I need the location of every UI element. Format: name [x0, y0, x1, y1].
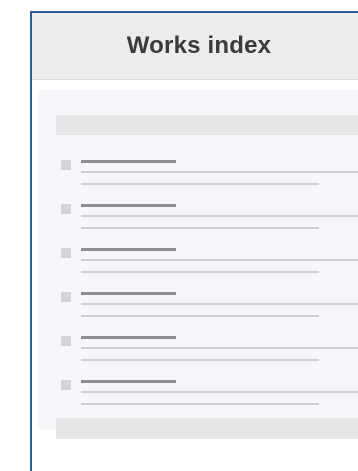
item-title-placeholder	[81, 380, 176, 383]
item-title-placeholder	[81, 204, 176, 207]
item-meta-placeholder	[81, 315, 319, 317]
item-checkbox[interactable]	[61, 292, 71, 302]
item-title-placeholder	[81, 248, 176, 251]
item-checkbox[interactable]	[61, 204, 71, 214]
list-item[interactable]	[32, 160, 358, 190]
header-bar: Works index	[32, 13, 358, 80]
item-description-placeholder	[81, 303, 358, 305]
list-header-bar	[56, 115, 358, 135]
list-item[interactable]	[32, 204, 358, 234]
list-item[interactable]	[32, 248, 358, 278]
works-index-window: Works index	[30, 11, 358, 471]
item-description-placeholder	[81, 259, 358, 261]
item-description-placeholder	[81, 171, 358, 173]
item-meta-placeholder	[81, 183, 319, 185]
item-checkbox[interactable]	[61, 160, 71, 170]
item-description-placeholder	[81, 391, 358, 393]
item-checkbox[interactable]	[61, 248, 71, 258]
content-area	[32, 80, 358, 471]
item-title-placeholder	[81, 160, 176, 163]
item-meta-placeholder	[81, 359, 319, 361]
item-checkbox[interactable]	[61, 380, 71, 390]
item-meta-placeholder	[81, 403, 319, 405]
item-description-placeholder	[81, 215, 358, 217]
list-item[interactable]	[32, 292, 358, 322]
item-title-placeholder	[81, 336, 176, 339]
item-meta-placeholder	[81, 271, 319, 273]
item-checkbox[interactable]	[61, 336, 71, 346]
list-item[interactable]	[32, 336, 358, 366]
page-title: Works index	[126, 32, 272, 59]
list-item[interactable]	[32, 380, 358, 410]
item-title-placeholder	[81, 292, 176, 295]
item-meta-placeholder	[81, 227, 319, 229]
list-footer-bar	[56, 418, 358, 439]
item-description-placeholder	[81, 347, 358, 349]
